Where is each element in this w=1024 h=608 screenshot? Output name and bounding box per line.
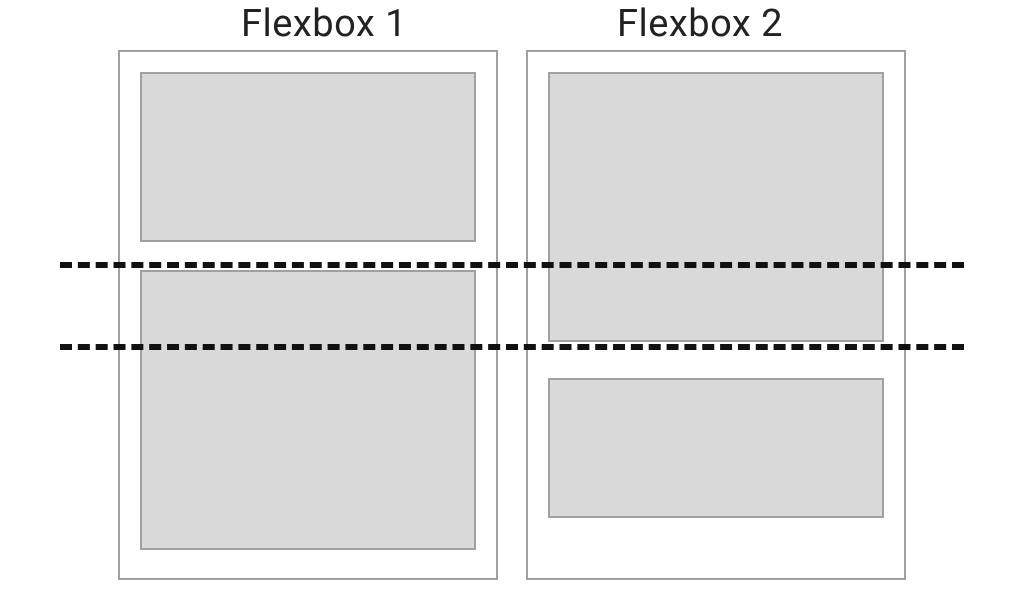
flexbox-2-item-2 [548, 378, 884, 518]
flexbox-row [0, 50, 1024, 580]
diagram-stage: Flexbox 1 Flexbox 2 [0, 0, 1024, 608]
guideline-dashed-lower [60, 344, 964, 350]
guideline-dashed-upper [60, 262, 964, 268]
flexbox2-title: Flexbox 2 [617, 2, 783, 46]
flexbox1-title: Flexbox 1 [241, 2, 407, 46]
headings-row: Flexbox 1 Flexbox 2 [0, 2, 1024, 46]
flexbox-1-item-2 [140, 270, 476, 550]
flexbox-2-container [526, 50, 906, 580]
flexbox-1-container [118, 50, 498, 580]
flexbox-1-item-1 [140, 72, 476, 242]
flexbox-2-item-1 [548, 72, 884, 342]
